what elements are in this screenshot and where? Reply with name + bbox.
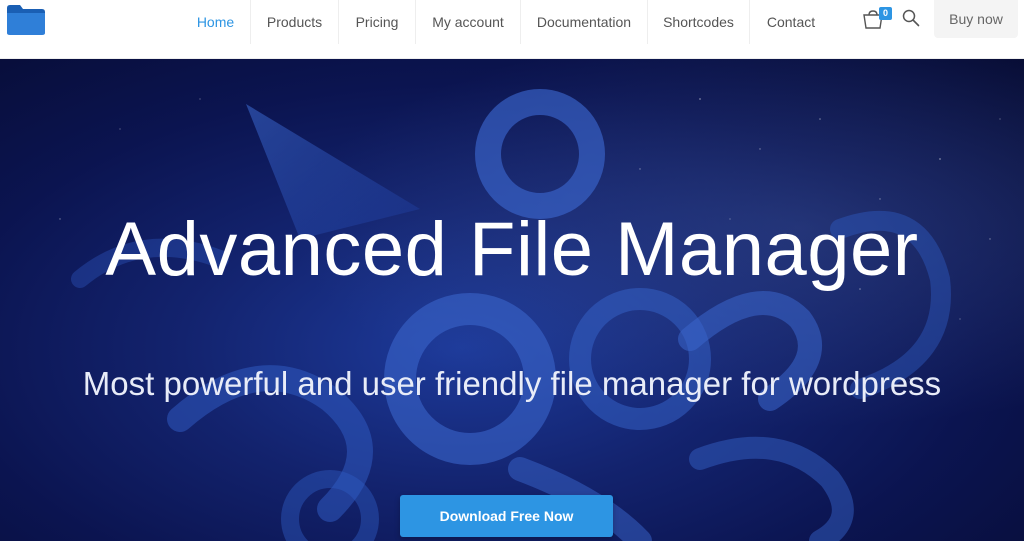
hero-background-illustration (59, 89, 1001, 541)
search-button[interactable] (902, 9, 920, 27)
hero-subtitle: Most powerful and user friendly file man… (82, 365, 942, 402)
nav-item-my-account[interactable]: My account (416, 0, 521, 44)
main-nav: Home Products Pricing My account Documen… (181, 0, 832, 44)
search-icon (902, 9, 920, 27)
cart-count-badge: 0 (879, 7, 892, 20)
site-header: Home Products Pricing My account Documen… (0, 0, 1024, 59)
nav-item-documentation[interactable]: Documentation (521, 0, 648, 44)
nav-item-pricing[interactable]: Pricing (339, 0, 416, 44)
folder-icon[interactable] (6, 4, 46, 36)
download-free-button[interactable]: Download Free Now (400, 495, 613, 537)
buy-now-button[interactable]: Buy now (934, 0, 1018, 38)
nav-item-shortcodes[interactable]: Shortcodes (648, 0, 750, 44)
nav-item-home[interactable]: Home (181, 0, 251, 44)
cart-button[interactable]: 0 (862, 7, 892, 32)
nav-item-contact[interactable]: Contact (750, 0, 832, 44)
hero-section: Advanced File Manager Most powerful and … (0, 59, 1024, 541)
hero-title: Advanced File Manager (105, 207, 919, 292)
nav-item-products[interactable]: Products (251, 0, 339, 44)
